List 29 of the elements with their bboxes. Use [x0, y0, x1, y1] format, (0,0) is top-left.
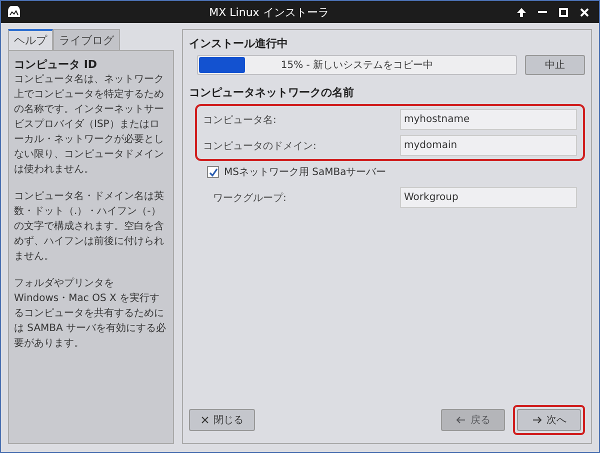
abort-button[interactable]: 中止 — [525, 55, 585, 75]
arrow-up-icon[interactable] — [517, 8, 526, 16]
checkmark-icon — [208, 168, 218, 176]
close-icon[interactable] — [580, 8, 589, 16]
checkbox[interactable] — [207, 166, 219, 178]
section-heading: コンピュータネットワークの名前 — [189, 85, 355, 100]
input-field[interactable]: Workgroup — [400, 187, 577, 208]
arrow-left-icon — [456, 416, 466, 424]
help-title: コンピュータ ID — [14, 57, 98, 72]
field-label: ワークグループ: — [213, 192, 288, 204]
progress-text: 15% - 新しいシステムをコピー中 — [280, 58, 434, 72]
window-title: MX Linux インストーラ — [208, 4, 330, 20]
field-label: コンピュータ名: — [203, 114, 278, 126]
close-button[interactable]: 閉じる — [189, 409, 255, 431]
maximize-icon[interactable] — [559, 8, 568, 16]
field-label: コンピュータのドメイン: — [203, 140, 318, 152]
close-icon — [200, 416, 208, 424]
help-paragraph: フォルダやプリンタを Windows・Mac OS X を実行するコンピュータを共有するためには SAMBA サーバを有効にする必要があります。 — [14, 276, 168, 351]
help-paragraph: コンピュータ名・ドメイン名は英数・ドット（.）・ハイフン（-）の文字で構成されます。空白を含めず、ハイフンは前後に付けられません。 — [14, 190, 165, 264]
checkbox-label: MSネットワーク用 SaMBaサーバー — [224, 166, 386, 179]
input-field[interactable]: mydomain — [400, 135, 577, 156]
arrow-right-icon — [532, 416, 542, 424]
input-field[interactable]: myhostname — [400, 109, 577, 130]
next-button[interactable]: 次へ — [517, 409, 581, 431]
tab[interactable]: ヘルプ — [8, 29, 53, 50]
app-logo-icon — [7, 6, 21, 18]
help-paragraph: コンピュータ名は、ネットワーク上でコンピュータを特定するための名称です。インターネットサービスプロバイダ（ISP）またはローカル・ネットワークが必要としない限り、コンピュータドメインは使われません。 — [14, 73, 165, 177]
tab[interactable]: ライブログ — [53, 29, 120, 50]
section-heading: インストール進行中 — [189, 36, 289, 51]
